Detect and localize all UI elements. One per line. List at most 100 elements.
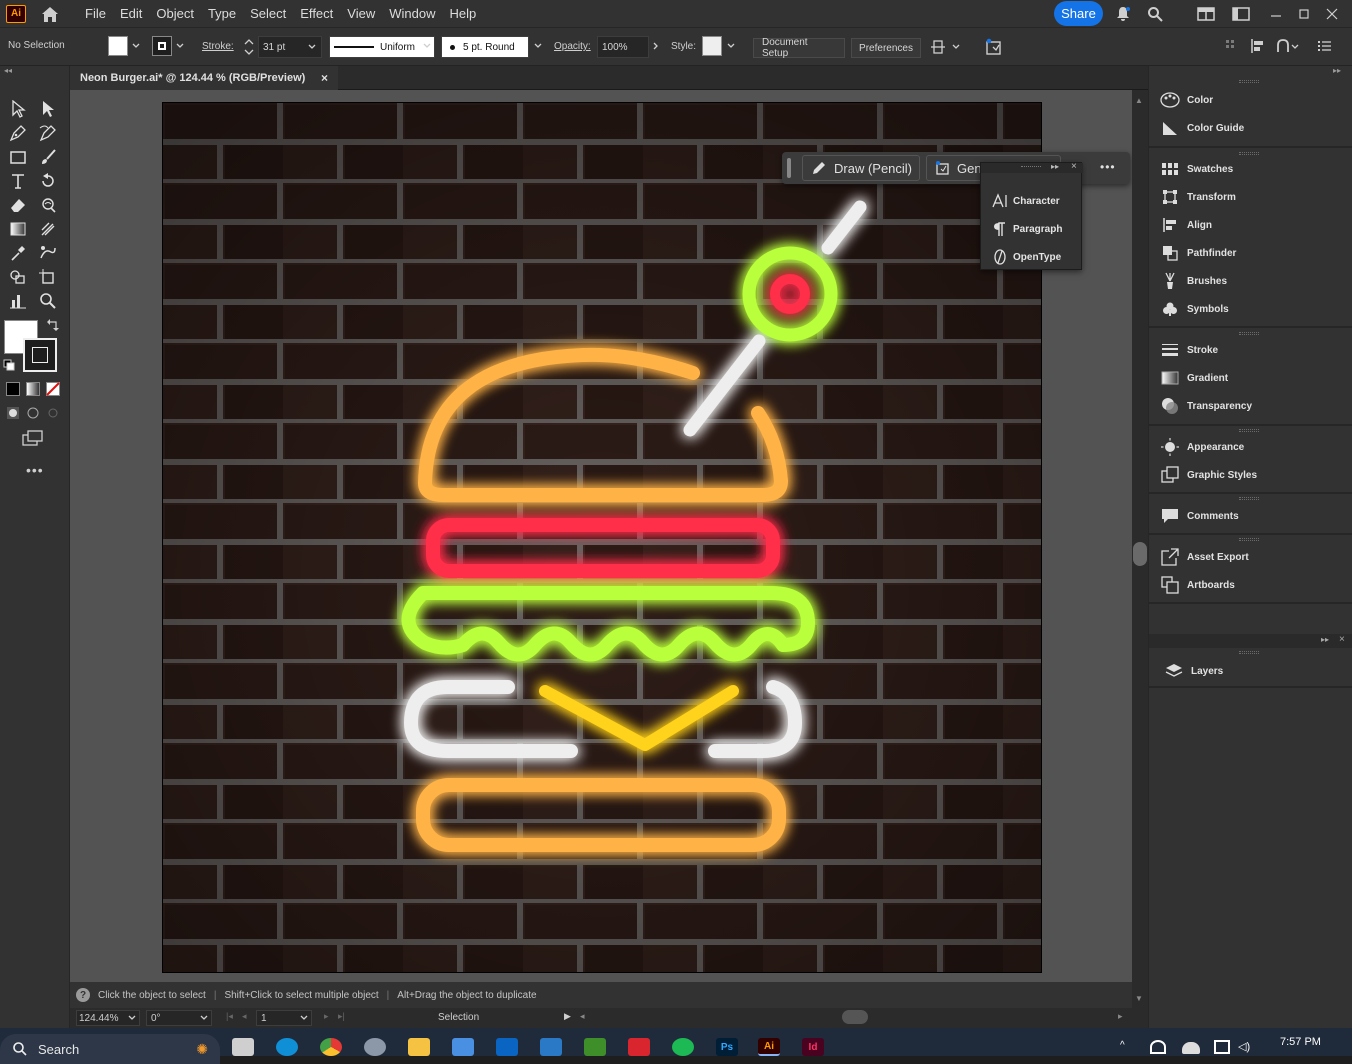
panel-graphic-styles[interactable]: Graphic Styles — [1149, 461, 1352, 489]
scroll-up-icon[interactable]: ▲ — [1135, 96, 1143, 105]
layers-panel-header[interactable]: ▸▸ × — [1149, 634, 1352, 648]
home-icon[interactable] — [38, 3, 62, 25]
artboard-tool-icon[interactable] — [37, 266, 59, 288]
close-tab-icon[interactable]: × — [321, 71, 328, 85]
tray-chevron-icon[interactable]: ^ — [1120, 1040, 1125, 1051]
display-icon[interactable] — [1214, 1040, 1230, 1054]
fill-swatch[interactable] — [108, 36, 128, 56]
align-icon[interactable] — [1250, 39, 1266, 53]
none-mode-icon[interactable] — [46, 382, 60, 401]
panel-color[interactable]: Color — [1149, 86, 1352, 114]
profile-chevron-icon[interactable] — [422, 41, 432, 51]
fill-dropdown-chevron-icon[interactable] — [131, 41, 141, 51]
opentype-panel-item[interactable]: OpenType — [981, 243, 1083, 271]
type-tool-icon[interactable] — [7, 170, 29, 192]
menu-effect[interactable]: Effect — [293, 0, 340, 28]
collapse-dock-icon[interactable]: ▸▸ — [1333, 66, 1341, 75]
selection-tool-icon[interactable] — [7, 98, 29, 120]
panel-color-guide[interactable]: Color Guide — [1149, 114, 1352, 142]
menu-view[interactable]: View — [340, 0, 382, 28]
mesh-tool-icon[interactable] — [37, 218, 59, 240]
opacity-label[interactable]: Opacity: — [554, 41, 591, 52]
generate-icon[interactable] — [984, 37, 1004, 57]
pen-tool-icon[interactable] — [7, 122, 29, 144]
close-popup-icon[interactable]: × — [1071, 161, 1077, 172]
eraser-tool-icon[interactable] — [7, 194, 29, 216]
puppet-warp-icon[interactable] — [1276, 39, 1300, 53]
stroke-label[interactable]: Stroke: — [202, 41, 234, 52]
edit-toolbar-more-icon[interactable]: ••• — [26, 462, 44, 478]
popup-header[interactable]: ▸▸ × — [981, 161, 1083, 173]
draw-inside-icon[interactable] — [46, 406, 60, 425]
taskbar-search[interactable]: Search ✺ — [0, 1034, 220, 1064]
brush-definition-dropdown[interactable]: 5 pt. Round — [441, 36, 529, 58]
maximize-icon[interactable] — [1294, 4, 1314, 24]
preferences-button[interactable]: Preferences — [851, 38, 921, 58]
draw-behind-icon[interactable] — [26, 406, 40, 425]
menu-help[interactable]: Help — [442, 0, 483, 28]
variable-width-profile-dropdown[interactable]: Uniform — [329, 36, 435, 58]
panel-menu-icon[interactable] — [1318, 39, 1332, 53]
panel-pathfinder[interactable]: Pathfinder — [1149, 239, 1352, 267]
arrange-documents-icon[interactable] — [1231, 4, 1251, 24]
artboard-number-input[interactable]: 1 — [256, 1010, 312, 1026]
workspace-icon[interactable] — [1196, 4, 1216, 24]
previous-artboard-icon[interactable]: ◂ — [242, 1011, 247, 1022]
vertical-scrollbar[interactable]: ▲ ▼ — [1132, 90, 1148, 1008]
eyedropper-tool-icon[interactable] — [7, 242, 29, 264]
outlook-icon[interactable] — [496, 1038, 518, 1056]
scroll-right-icon[interactable]: ▸ — [1118, 1011, 1123, 1022]
panel-appearance[interactable]: Appearance — [1149, 433, 1352, 461]
transform-grid-icon[interactable] — [1225, 39, 1239, 53]
style-chevron-icon[interactable] — [726, 41, 736, 51]
change-screen-mode-icon[interactable] — [22, 430, 44, 451]
zoom-input[interactable]: 124.44% — [76, 1010, 140, 1026]
next-artboard-icon[interactable]: ▸ — [324, 1011, 329, 1022]
zoom-tool-icon[interactable] — [37, 290, 59, 312]
panel-asset-export[interactable]: Asset Export — [1149, 543, 1352, 571]
scroll-down-icon[interactable]: ▼ — [1135, 994, 1143, 1003]
edge-icon[interactable] — [276, 1038, 298, 1056]
gradient-tool-icon[interactable] — [7, 218, 29, 240]
taskbar-clock[interactable]: 7:57 PM — [1280, 1036, 1321, 1048]
close-icon[interactable] — [1322, 4, 1342, 24]
panel-stroke[interactable]: Stroke — [1149, 336, 1352, 364]
document-tab[interactable]: Neon Burger.ai* @ 124.44 % (RGB/Preview)… — [70, 66, 338, 90]
scroll-left-icon[interactable]: ◂ — [580, 1011, 585, 1022]
swap-fill-stroke-icon[interactable] — [46, 318, 60, 337]
gradient-mode-icon[interactable] — [26, 382, 40, 396]
canvas-area[interactable] — [70, 90, 1132, 982]
stroke-swatch[interactable] — [152, 36, 172, 56]
spotify-icon[interactable] — [672, 1038, 694, 1056]
menu-window[interactable]: Window — [382, 0, 442, 28]
paragraph-panel-item[interactable]: Paragraph — [981, 215, 1083, 243]
bell-icon[interactable] — [1113, 4, 1133, 24]
rotation-input[interactable]: 0° — [146, 1010, 212, 1026]
menu-object[interactable]: Object — [149, 0, 201, 28]
settings-icon[interactable] — [364, 1038, 386, 1056]
illustrator-icon[interactable]: Ai — [758, 1038, 780, 1056]
panel-comments[interactable]: Comments — [1149, 502, 1352, 530]
acrobat-icon[interactable] — [628, 1038, 650, 1056]
menu-file[interactable]: File — [78, 0, 113, 28]
panel-swatches[interactable]: Swatches — [1149, 155, 1352, 183]
panel-layers[interactable]: Layers — [1149, 657, 1352, 685]
sync-icon[interactable] — [1150, 1040, 1166, 1054]
last-artboard-icon[interactable]: ▸| — [338, 1011, 345, 1022]
warp-tool-icon[interactable] — [37, 194, 59, 216]
brush-chevron-icon[interactable] — [533, 41, 543, 51]
artboard[interactable] — [162, 102, 1042, 973]
stroke-dropdown-chevron-icon[interactable] — [175, 41, 185, 51]
task-view-icon[interactable] — [232, 1038, 254, 1056]
panel-artboards[interactable]: Artboards — [1149, 571, 1352, 599]
more-options-icon[interactable]: ••• — [1100, 160, 1116, 174]
panel-brushes[interactable]: Brushes — [1149, 267, 1352, 295]
minecraft-icon[interactable] — [584, 1038, 606, 1056]
panel-align[interactable]: Align — [1149, 211, 1352, 239]
draw-normal-icon[interactable] — [6, 406, 20, 425]
draw-pencil-button[interactable]: Draw (Pencil) — [802, 155, 920, 181]
expand-panel-icon[interactable]: ▸▸ — [1051, 162, 1059, 171]
character-panel-item[interactable]: Character — [981, 187, 1083, 215]
rotate-tool-icon[interactable] — [37, 170, 59, 192]
expand-layers-icon[interactable]: ▸▸ — [1321, 635, 1329, 644]
